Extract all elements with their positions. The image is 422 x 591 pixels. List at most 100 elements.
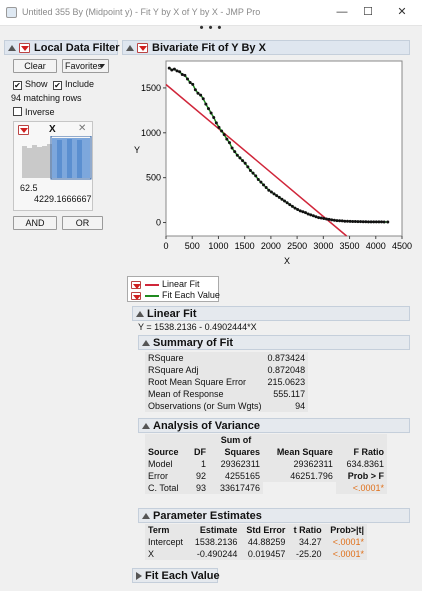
data-point[interactable] <box>272 192 276 196</box>
data-point[interactable] <box>193 88 197 92</box>
data-point[interactable] <box>269 190 273 194</box>
data-point[interactable] <box>290 204 294 208</box>
data-point[interactable] <box>204 102 208 106</box>
data-point[interactable] <box>372 220 376 224</box>
data-point[interactable] <box>225 137 229 141</box>
column-red-triangle-icon[interactable] <box>18 125 29 135</box>
data-point[interactable] <box>254 174 258 178</box>
data-point[interactable] <box>235 153 239 157</box>
data-point[interactable] <box>188 81 192 85</box>
data-point[interactable] <box>222 133 226 137</box>
data-point[interactable] <box>361 220 365 224</box>
data-point[interactable] <box>317 216 321 220</box>
data-point[interactable] <box>196 91 200 95</box>
data-point[interactable] <box>212 116 216 120</box>
data-point[interactable] <box>275 194 279 198</box>
range-max-value[interactable]: 4229.1666667 <box>34 194 92 204</box>
disclosure-triangle-icon[interactable] <box>8 45 16 52</box>
data-point[interactable] <box>288 203 292 207</box>
data-point[interactable] <box>246 165 250 169</box>
plot-area[interactable] <box>165 60 403 237</box>
fit-each-value-header[interactable]: Fit Each Value <box>132 568 220 583</box>
favorites-dropdown[interactable]: Favorites <box>62 59 109 73</box>
data-point[interactable] <box>366 220 370 224</box>
red-triangle-menu-icon[interactable] <box>137 43 148 54</box>
disclosure-triangle-icon[interactable] <box>136 572 142 581</box>
data-point[interactable] <box>243 161 247 165</box>
disclosure-triangle-icon[interactable] <box>142 340 150 347</box>
data-point[interactable] <box>230 146 234 150</box>
data-point[interactable] <box>262 183 266 187</box>
data-point[interactable] <box>335 219 339 223</box>
legend-linear-fit[interactable]: Linear Fit <box>131 279 200 289</box>
data-point[interactable] <box>322 217 326 220</box>
local-data-filter-header[interactable]: Local Data Filter <box>4 40 120 55</box>
data-point[interactable] <box>264 186 268 190</box>
range-min-value[interactable]: 62.5 <box>20 183 38 193</box>
data-point[interactable] <box>283 199 287 203</box>
data-point[interactable] <box>293 206 297 210</box>
clear-button[interactable]: Clear <box>13 59 57 73</box>
linear-fit-header[interactable]: Linear Fit <box>132 306 410 321</box>
more-options-dots[interactable]: • • • <box>0 22 422 34</box>
data-point[interactable] <box>353 220 357 224</box>
or-button[interactable]: OR <box>62 216 103 230</box>
filter-histogram[interactable] <box>14 136 92 180</box>
data-point[interactable] <box>327 217 331 221</box>
maximize-button[interactable]: ☐ <box>358 4 378 20</box>
data-point[interactable] <box>285 201 289 205</box>
data-point[interactable] <box>306 212 310 216</box>
minimize-button[interactable]: — <box>332 4 352 20</box>
data-point[interactable] <box>319 216 323 220</box>
data-point[interactable] <box>369 220 373 224</box>
red-triangle-menu-icon[interactable] <box>19 43 30 54</box>
data-point[interactable] <box>186 77 190 81</box>
bivariate-header[interactable]: Bivariate Fit of Y By X <box>122 40 410 55</box>
data-point[interactable] <box>338 219 342 223</box>
data-point[interactable] <box>170 68 174 72</box>
data-point[interactable] <box>356 220 360 224</box>
disclosure-triangle-icon[interactable] <box>142 513 150 520</box>
data-point[interactable] <box>364 220 368 224</box>
data-point[interactable] <box>314 215 318 219</box>
disclosure-triangle-icon[interactable] <box>142 423 150 430</box>
summary-of-fit-header[interactable]: Summary of Fit <box>138 335 410 350</box>
data-point[interactable] <box>183 73 187 77</box>
linear-fit-menu-icon[interactable] <box>131 280 141 289</box>
data-point[interactable] <box>175 69 179 73</box>
data-point[interactable] <box>214 121 218 125</box>
close-button[interactable]: ✕ <box>392 4 412 20</box>
data-point[interactable] <box>377 220 381 224</box>
data-point[interactable] <box>267 188 271 192</box>
data-point[interactable] <box>359 220 363 224</box>
parameter-estimates-header[interactable]: Parameter Estimates <box>138 508 410 523</box>
data-point[interactable] <box>238 156 242 160</box>
data-point[interactable] <box>330 218 334 222</box>
data-point[interactable] <box>280 197 284 201</box>
fit-each-menu-icon[interactable] <box>131 291 141 300</box>
data-point[interactable] <box>259 180 263 184</box>
data-point[interactable] <box>277 195 281 199</box>
data-point[interactable] <box>191 82 195 86</box>
data-point[interactable] <box>201 97 205 101</box>
data-point[interactable] <box>199 93 203 97</box>
data-point[interactable] <box>256 177 260 181</box>
data-point[interactable] <box>345 219 349 223</box>
data-point[interactable] <box>374 220 378 224</box>
data-point[interactable] <box>227 141 231 145</box>
data-point[interactable] <box>233 150 237 154</box>
data-point[interactable] <box>304 211 308 215</box>
data-point[interactable] <box>301 210 305 214</box>
data-point[interactable] <box>380 220 384 224</box>
data-point[interactable] <box>178 70 182 74</box>
data-point[interactable] <box>309 213 313 217</box>
show-checkbox[interactable]: ✔ Show <box>13 79 48 90</box>
include-checkbox[interactable]: ✔ Include <box>53 79 94 90</box>
data-point[interactable] <box>382 220 386 224</box>
data-point[interactable] <box>298 209 302 213</box>
data-point[interactable] <box>217 125 221 129</box>
data-point[interactable] <box>241 159 245 163</box>
disclosure-triangle-icon[interactable] <box>136 311 144 318</box>
data-point[interactable] <box>180 72 184 76</box>
and-button[interactable]: AND <box>13 216 57 230</box>
